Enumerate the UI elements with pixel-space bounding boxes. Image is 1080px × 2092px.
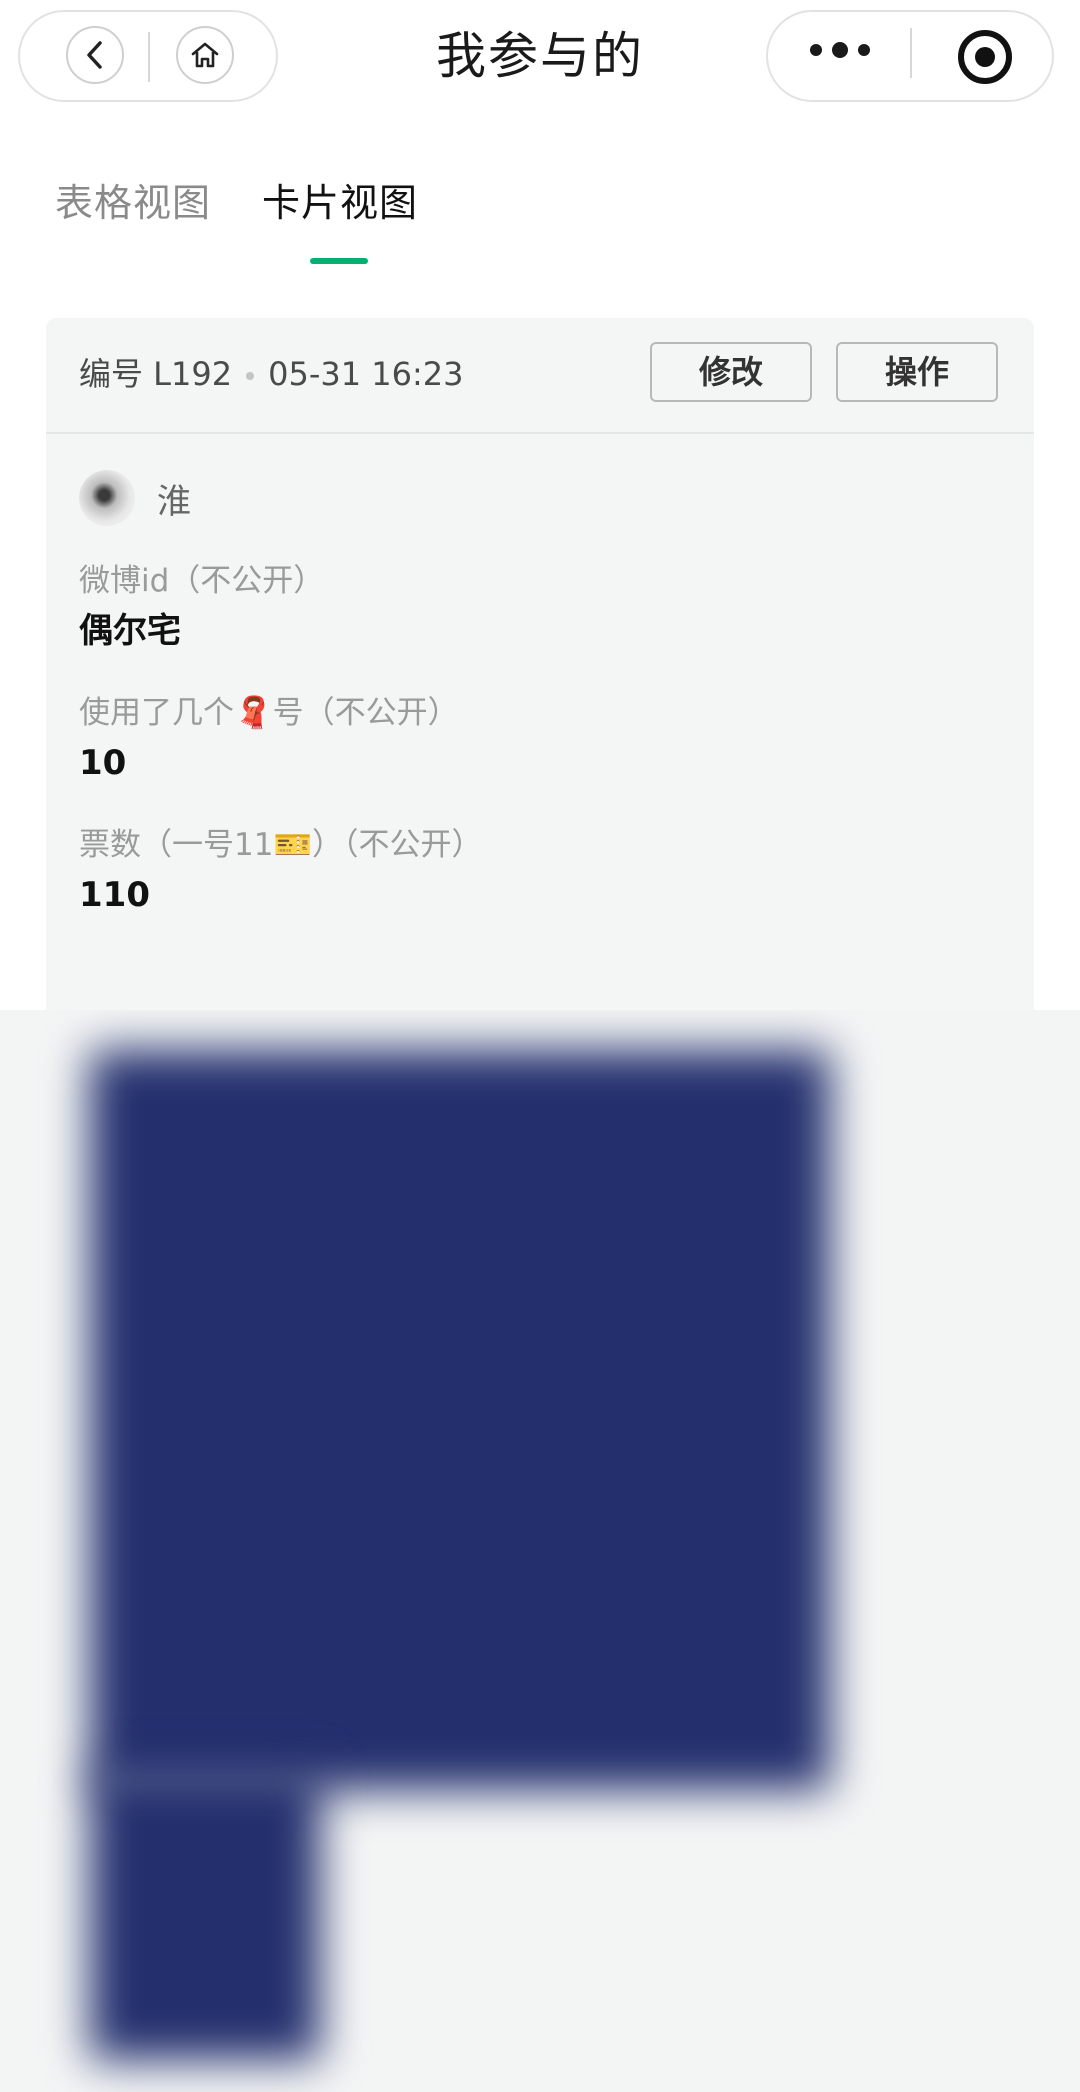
nav-bar: 我参与的 (0, 0, 1080, 118)
field-label-accounts-used: 使用了几个🧣号（不公开） (79, 695, 459, 731)
entry-meta: 编号 L192 05-31 16:23 (79, 352, 463, 396)
entry-timestamp: 05-31 16:23 (268, 355, 464, 393)
more-dots-icon[interactable] (810, 40, 870, 60)
field-value-accounts-used: 10 (79, 743, 127, 783)
username: 淮 (157, 481, 191, 522)
capsule-divider (148, 32, 150, 82)
user-row: 淮 (79, 468, 191, 528)
home-button[interactable] (176, 26, 234, 84)
field-value-weibo-id: 偶尔宅 (79, 611, 181, 651)
target-icon[interactable] (958, 30, 1012, 84)
capsule-divider (910, 28, 912, 78)
entry-serial: 编号 L192 (79, 355, 233, 393)
edit-button[interactable]: 修改 (650, 342, 812, 402)
active-tab-indicator (310, 258, 368, 264)
blurred-image-tail (90, 1770, 320, 2060)
avatar[interactable] (79, 470, 135, 526)
back-button[interactable] (66, 26, 124, 84)
separator-dot (246, 372, 255, 380)
blurred-image-grid (90, 1050, 850, 1790)
page-title: 我参与的 (436, 27, 644, 85)
chevron-left-icon (87, 41, 102, 69)
view-tabs: 表格视图 卡片视图 (0, 170, 1080, 270)
page: 我参与的 表格视图 卡片视图 编号 L192 05-31 16:23 修改 操作 … (0, 0, 1080, 2092)
tab-card-view[interactable]: 卡片视图 (262, 178, 418, 228)
blurred-image (0, 1010, 1080, 2092)
tab-table-view[interactable]: 表格视图 (55, 178, 211, 228)
nav-capsule-left (18, 10, 278, 102)
field-label-votes: 票数（一号11🎫）（不公开） (79, 827, 483, 863)
card-header: 编号 L192 05-31 16:23 修改 操作 (46, 318, 1034, 434)
home-icon (191, 42, 219, 68)
action-button[interactable]: 操作 (836, 342, 998, 402)
field-value-votes: 110 (79, 875, 150, 915)
field-label-weibo-id: 微博id（不公开） (79, 563, 325, 599)
